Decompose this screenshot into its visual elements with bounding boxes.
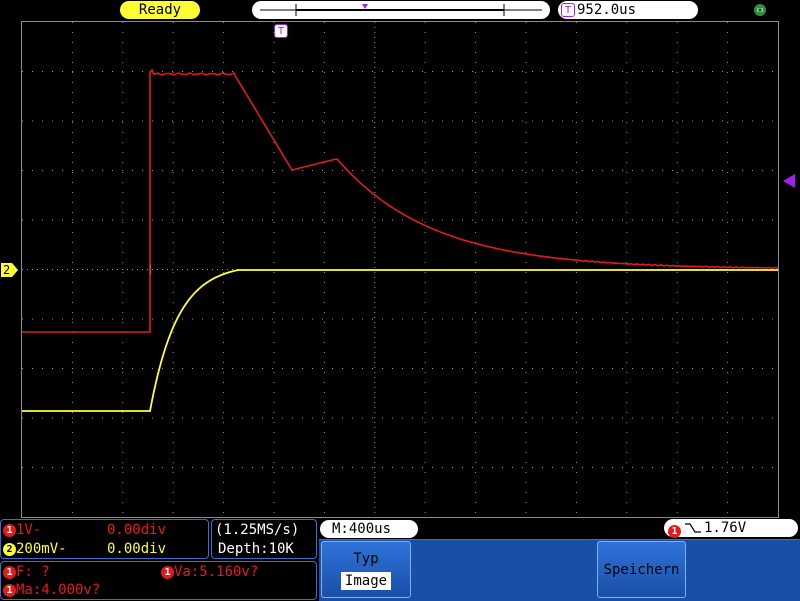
trigger-level-value: 1.76V	[704, 520, 747, 536]
trigger-position-marker-icon	[362, 4, 368, 9]
ch1-offset: 0.00div	[107, 522, 167, 538]
trigger-t-icon: T	[561, 3, 575, 17]
type-menu-button[interactable]: Typ Image	[321, 541, 411, 598]
acquisition-panel[interactable]: (1.25MS/s) Depth:10K	[211, 519, 317, 559]
sample-rate: (1.25MS/s)	[215, 522, 300, 538]
waveform-svg	[22, 22, 778, 517]
ch2-ground-marker[interactable]: 2	[0, 262, 20, 278]
measure-ma-ch-badge: 1	[3, 583, 16, 597]
rising-edge-icon	[685, 523, 701, 533]
trigger-level-marker-icon[interactable]	[781, 174, 797, 188]
ch1-badge: 1	[3, 523, 16, 537]
measure-ma: 1 Ma:4.000v?	[3, 581, 100, 599]
save-button[interactable]: Speichern	[597, 541, 686, 598]
type-menu-value: Image	[341, 572, 391, 590]
trigger-level-badge[interactable]: 1 1.76V	[664, 519, 798, 540]
ch1-row[interactable]: 1 1V-	[3, 521, 41, 539]
measure-va-ch-badge: 1	[161, 565, 174, 579]
run-status-badge: Ready	[120, 1, 200, 19]
type-menu-title: Typ	[353, 551, 379, 567]
ch2-waveform-trace	[22, 269, 778, 412]
ch1-waveform-trace	[22, 68, 778, 333]
trigger-source-badge: 1	[668, 521, 681, 540]
trigger-time-badge[interactable]: T 952.0us	[558, 1, 698, 19]
channel-settings-panel[interactable]: 1 1V- 0.00div 2 200mV- 0.00div	[0, 519, 209, 559]
memory-depth: Depth:10K	[218, 541, 294, 557]
trigger-time-value: 952.0us	[577, 2, 637, 18]
measure-ma-text: Ma:4.000v?	[16, 582, 101, 598]
timebase-badge[interactable]: M:400us	[320, 520, 418, 538]
measure-va-text: Va:5.160v?	[174, 564, 259, 580]
waveform-display[interactable]	[21, 21, 779, 518]
measure-freq-ch-badge: 1	[3, 565, 16, 579]
measure-frequency: 1 F: ?	[3, 563, 50, 581]
ch2-badge: 2	[3, 542, 16, 556]
save-button-label: Speichern	[603, 562, 680, 578]
ch2-row[interactable]: 2 200mV-	[3, 540, 67, 558]
horizontal-position-bar[interactable]	[252, 1, 550, 19]
usb-storage-icon	[752, 2, 768, 18]
measurement-panel[interactable]: 1 F: ? 1 Va:5.160v? 1 Ma:4.000v?	[0, 561, 317, 600]
measure-freq-text: F: ?	[16, 564, 50, 580]
ch1-scale: 1V-	[16, 522, 42, 538]
timebase-value: M:400us	[332, 521, 392, 537]
ch2-scale: 200mV-	[16, 541, 67, 557]
memory-position-graphic	[260, 4, 542, 16]
ch2-offset: 0.00div	[107, 541, 167, 557]
ch2-marker-label: 2	[3, 263, 11, 277]
measure-va: 1 Va:5.160v?	[161, 563, 258, 581]
